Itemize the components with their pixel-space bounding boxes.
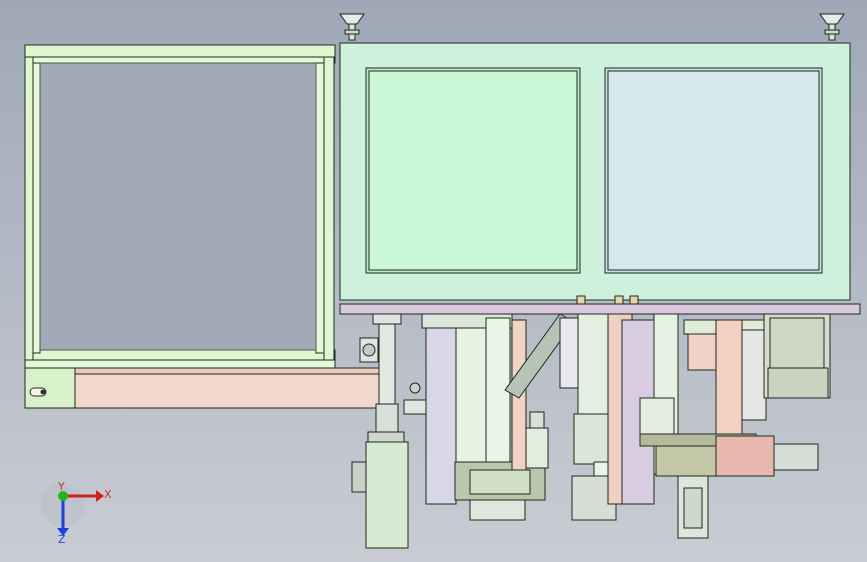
z-axis-label: Z xyxy=(58,533,66,546)
right-actuators xyxy=(639,313,831,539)
machine-model xyxy=(24,13,861,549)
vertical-cylinder xyxy=(351,313,427,549)
main-hood xyxy=(339,42,851,301)
cad-viewport[interactable]: X Y Z xyxy=(0,0,867,562)
x-axis-arrow xyxy=(96,490,104,502)
central-slides xyxy=(421,313,575,521)
leveling-foot-icon xyxy=(339,13,365,41)
left-frame xyxy=(24,44,336,369)
y-axis-label: Y xyxy=(57,480,65,493)
axis-triad-icon: X Y Z xyxy=(41,480,112,546)
base-rail xyxy=(24,367,386,409)
x-axis-label: X xyxy=(104,488,112,501)
leveling-foot-icon xyxy=(819,13,845,41)
